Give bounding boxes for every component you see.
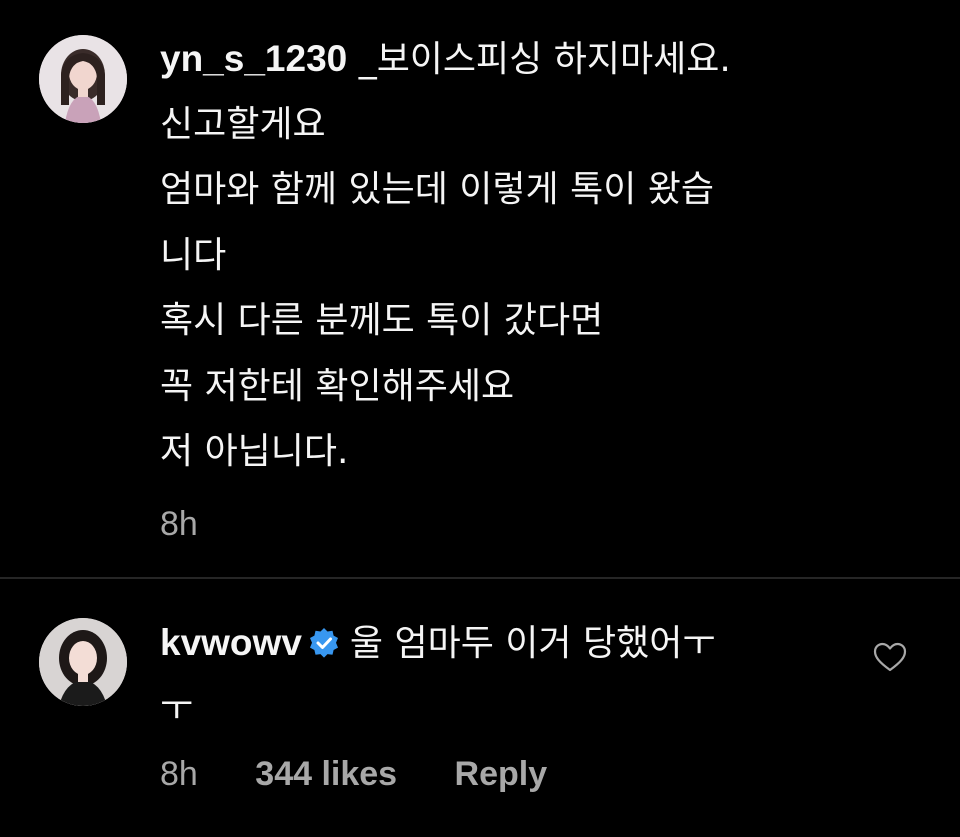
verified-badge-icon: [309, 628, 338, 658]
avatar-image: [39, 618, 127, 706]
comment-text: 울 엄마두 이거 당했어ㅜ: [349, 623, 716, 664]
likes-count[interactable]: 344 likes: [255, 755, 397, 794]
comment-text: ㅜ: [160, 687, 194, 729]
comment-text: 꼭 저한테 확인해주세요: [160, 365, 515, 407]
comment-meta: 8h 344 likes Reply: [160, 755, 547, 794]
comment-text: 신고할게요: [160, 103, 326, 145]
comment-text: 저 아닙니다.: [160, 431, 349, 472]
avatar-image: [39, 35, 127, 123]
comment-line: yn_s_1230 _보이스피싱 하지마세요.: [160, 26, 731, 92]
username-link[interactable]: kvwowv: [160, 622, 302, 663]
username-link[interactable]: yn_s_1230: [160, 38, 347, 79]
divider: [0, 577, 960, 579]
comment-text: 혹시 다른 분께도 톡이 갔다면: [160, 300, 604, 341]
heart-outline-icon[interactable]: [873, 641, 907, 673]
comment-text: _보이스피싱 하지마세요.: [358, 39, 731, 80]
comment-body: yn_s_1230 _보이스피싱 하지마세요. 신고할게요 엄마와 함께 있는데…: [160, 26, 731, 485]
timestamp: 8h: [160, 505, 198, 543]
comment-meta: 8h: [160, 505, 198, 544]
avatar[interactable]: [39, 35, 127, 123]
comment-text: 니다: [160, 234, 227, 276]
reply-button[interactable]: Reply: [455, 755, 548, 794]
timestamp: 8h: [160, 755, 198, 793]
comment-line: kvwowv 울 엄마두 이거 당했어ㅜ: [160, 610, 715, 676]
comment-text: 엄마와 함께 있는데 이렇게 톡이 왔습: [160, 169, 715, 210]
avatar[interactable]: [39, 618, 127, 706]
comment-body: kvwowv 울 엄마두 이거 당했어ㅜ ㅜ: [160, 610, 715, 741]
